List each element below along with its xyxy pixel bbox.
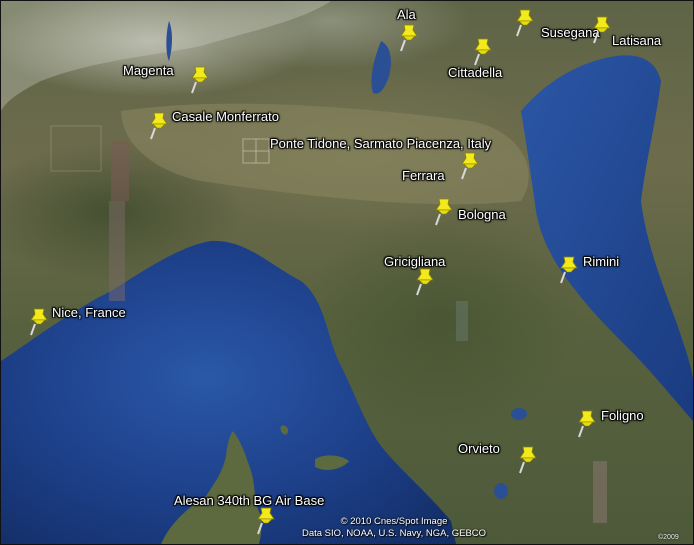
place-label-griciglia: Griciglia­na (384, 254, 446, 269)
alps-snow (1, 1, 331, 111)
lake-bolsena (494, 483, 508, 499)
map-view[interactable]: Ala Susegana Latisana Magenta Cittadella… (0, 0, 694, 545)
place-label-ala: Ala (397, 7, 416, 22)
pushpin-icon[interactable] (591, 15, 611, 45)
place-label-magenta: Magenta (123, 63, 174, 78)
adriatic-sea (521, 55, 693, 421)
place-label-bologna: Bologna (458, 207, 506, 222)
attribution-copyright: © 2010 Cnes/Spot Image (340, 516, 448, 527)
place-label-casale-monferrato: Casale Monferrato (172, 109, 279, 124)
pushpin-icon[interactable] (517, 445, 537, 475)
pushpin-icon[interactable] (576, 409, 596, 439)
place-label-latisana: Latisana (612, 33, 662, 48)
place-label-alesan: Alesan 340th BG Air Base (174, 493, 325, 508)
pushpin-icon[interactable] (433, 197, 453, 227)
pushpin-icon[interactable] (189, 65, 209, 95)
pushpin-icon[interactable] (514, 8, 534, 38)
map-attribution: © 2010 Cnes/Spot Image Data SIO, NOAA, U… (289, 516, 499, 540)
lake-trasimeno (511, 408, 527, 420)
attribution-data-sources: Data SIO, NOAA, U.S. Navy, NGA, GEBCO (301, 528, 487, 539)
pushpin-icon[interactable] (28, 307, 48, 337)
place-label-nice: Nice, France (52, 305, 126, 320)
place-label-rimini: Rimini (583, 254, 620, 269)
place-label-orvieto: Orvieto (458, 441, 500, 456)
place-label-ponte-tidone: Ponte Tidone, Sarmato Piacenza, Italy (270, 136, 492, 151)
pushpin-icon[interactable] (558, 255, 578, 285)
pushpin-icon[interactable] (459, 151, 479, 181)
pushpin-icon[interactable] (398, 23, 418, 53)
map-terrain (1, 1, 693, 544)
place-label-foligno: Foligno (601, 408, 644, 423)
pushpin-icon[interactable] (414, 267, 434, 297)
place-label-ferrara: Ferrara (402, 168, 445, 183)
place-label-cittadella: Cittadella (448, 65, 503, 80)
attribution-year: ©2009 (658, 534, 679, 541)
pushpin-icon[interactable] (472, 37, 492, 67)
pushpin-icon[interactable] (148, 111, 168, 141)
lake-garda (371, 41, 391, 94)
pushpin-icon[interactable] (255, 506, 275, 536)
